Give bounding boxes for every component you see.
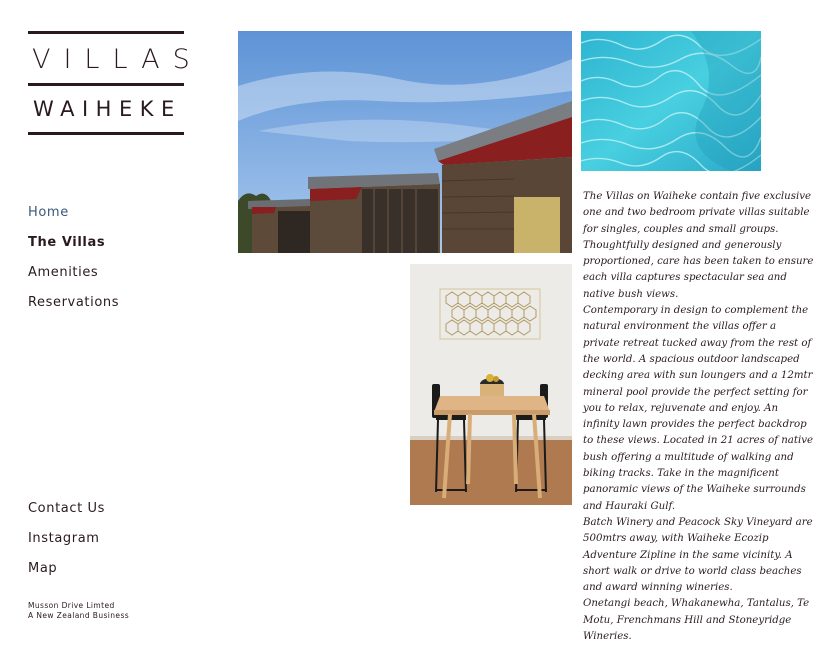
contact-us-link[interactable]: Contact Us — [28, 501, 105, 531]
main-nav: Home The Villas Amenities Reservations — [28, 205, 119, 325]
villas-exterior-photo — [238, 31, 572, 253]
pool-water-photo — [581, 31, 761, 171]
nav-home-link[interactable]: Home — [28, 205, 119, 235]
nav-the-villas-link[interactable]: The Villas — [28, 235, 119, 265]
description-paragraph-3: Batch Winery and Peacock Sky Vineyard ar… — [583, 516, 813, 594]
company-tagline: A New Zealand Business — [28, 611, 130, 620]
description-paragraph-4: Onetangi beach, Whakanewha, Tantalus, Te… — [583, 598, 810, 643]
description-paragraph-1: The Villas on Waiheke contain five exclu… — [583, 191, 814, 300]
logo-bottom-rule — [28, 132, 184, 135]
logo-line-villas: VILLAS — [32, 44, 203, 75]
legal-notice: Musson Drive Limted A New Zealand Busine… — [28, 601, 129, 621]
nav-reservations-link[interactable]: Reservations — [28, 295, 119, 325]
nav-amenities-link[interactable]: Amenities — [28, 265, 119, 295]
map-link[interactable]: Map — [28, 561, 105, 591]
dining-interior-photo — [410, 264, 572, 505]
instagram-link[interactable]: Instagram — [28, 531, 105, 561]
logo-line-waiheke: WAIHEKE — [33, 97, 182, 121]
description-paragraph-2: Contemporary in design to complement the… — [583, 305, 813, 512]
villas-description: The Villas on Waiheke contain five exclu… — [583, 189, 815, 645]
company-name: Musson Drive Limted — [28, 601, 115, 610]
footer-nav: Contact Us Instagram Map — [28, 501, 105, 591]
site-logo[interactable]: VILLAS WAIHEKE — [28, 31, 203, 135]
